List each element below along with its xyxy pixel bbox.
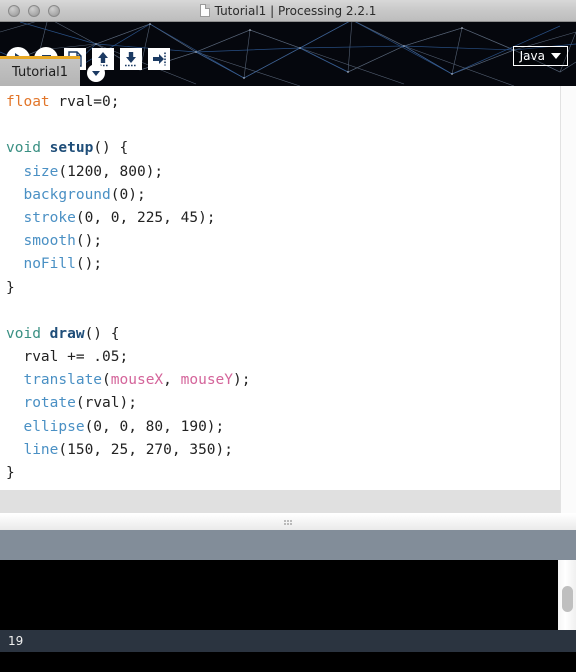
code-token: mouseX [110,372,164,389]
close-button[interactable] [8,4,20,17]
export-right-arrow-icon [153,52,166,66]
mode-selector[interactable]: Java [512,46,568,66]
code-token: } [6,279,15,296]
code-line: noFill(); [6,253,560,276]
save-down-arrow-icon [125,52,137,67]
code-token: mouseY [180,372,234,389]
code-text-area[interactable]: float rval=0; void setup() { size(1200, … [0,86,560,490]
code-line: float rval=0; [6,91,560,114]
console-splitter[interactable] [0,514,576,530]
code-line: translate(mouseX, mouseY); [6,369,560,392]
chevron-down-icon [551,53,561,59]
code-editor: float rval=0; void setup() { size(1200, … [0,86,576,490]
code-line: background(0); [6,184,560,207]
code-token: (); [75,256,103,273]
code-token: float [6,94,50,110]
editor-vertical-scrollbar[interactable] [560,86,576,490]
code-line: smooth(); [6,230,560,253]
code-token: ); [233,372,251,389]
code-line: } [6,277,560,300]
splitter-grip-icon [283,519,293,525]
line-number-status-bar: 19 [0,630,576,652]
window-titlebar: Tutorial1 | Processing 2.2.1 [0,0,576,22]
minimize-button[interactable] [28,4,40,17]
code-line: } [6,462,560,485]
code-token: rval += .05; [6,349,129,366]
export-application-button[interactable] [148,48,170,70]
code-token: (1200, 800); [58,163,164,180]
code-token: (); [75,233,103,250]
code-line: rval += .05; [6,346,560,369]
save-sketch-button[interactable] [120,48,142,70]
sketch-tab-strip: Tutorial1 [0,54,106,86]
code-token: void [6,140,41,157]
console-vertical-scrollbar[interactable] [558,560,576,630]
tab-menu-button[interactable] [87,64,106,82]
code-line: line(150, 25, 270, 350); [6,439,560,462]
console-header [0,530,576,560]
code-token: } [6,465,15,481]
code-token: (0, 0, 225, 45); [75,209,216,226]
code-token: translate [23,372,103,389]
code-token: setup [49,140,94,157]
code-token: rotate [23,395,76,412]
current-line-number: 19 [8,634,24,648]
code-token: background [23,186,111,203]
window-title-group: Tutorial1 | Processing 2.2.1 [0,4,576,18]
code-token: () { [84,325,120,342]
chevron-down-icon [92,70,101,76]
code-token: size [23,163,59,180]
console-scrollbar-thumb[interactable] [562,586,573,612]
code-token: (0); [110,186,146,203]
sketch-tab-label: Tutorial1 [12,65,69,80]
code-token: noFill [23,256,76,273]
code-token: line [23,441,59,458]
code-line: rotate(rval); [6,392,560,415]
status-scrollbar-cap [560,490,576,513]
code-token: stroke [23,209,76,226]
code-line: void draw() { [6,323,560,346]
code-line: size(1200, 800); [6,161,560,184]
code-token: ( [102,372,111,389]
code-line: ellipse(0, 0, 80, 190); [6,416,560,439]
zoom-button[interactable] [48,4,60,17]
window-bottom-edge [0,652,576,672]
code-token: void [6,325,41,342]
mode-selector-value: Java [519,49,545,63]
console-output-area[interactable] [0,560,576,630]
code-token: smooth [23,233,76,250]
code-token: , [163,372,181,389]
sketch-tab-tutorial1[interactable]: Tutorial1 [0,56,81,86]
editor-status-bar [0,490,576,514]
code-line: void setup() { [6,137,560,160]
window-title: Tutorial1 | Processing 2.2.1 [214,3,377,18]
window-controls [0,4,60,17]
code-line: stroke(0, 0, 225, 45); [6,207,560,230]
code-token: (rval); [75,395,137,412]
code-token: (150, 25, 270, 350); [58,441,233,458]
code-token: rval=0; [49,94,120,110]
code-token: draw [49,325,85,342]
document-icon [199,4,210,17]
processing-ide-window: Tutorial1 | Processing 2.2.1 Java Tutori… [0,0,576,672]
code-token: () { [93,140,129,157]
code-token: (0, 0, 80, 190); [84,418,225,435]
code-token: ellipse [23,418,85,435]
